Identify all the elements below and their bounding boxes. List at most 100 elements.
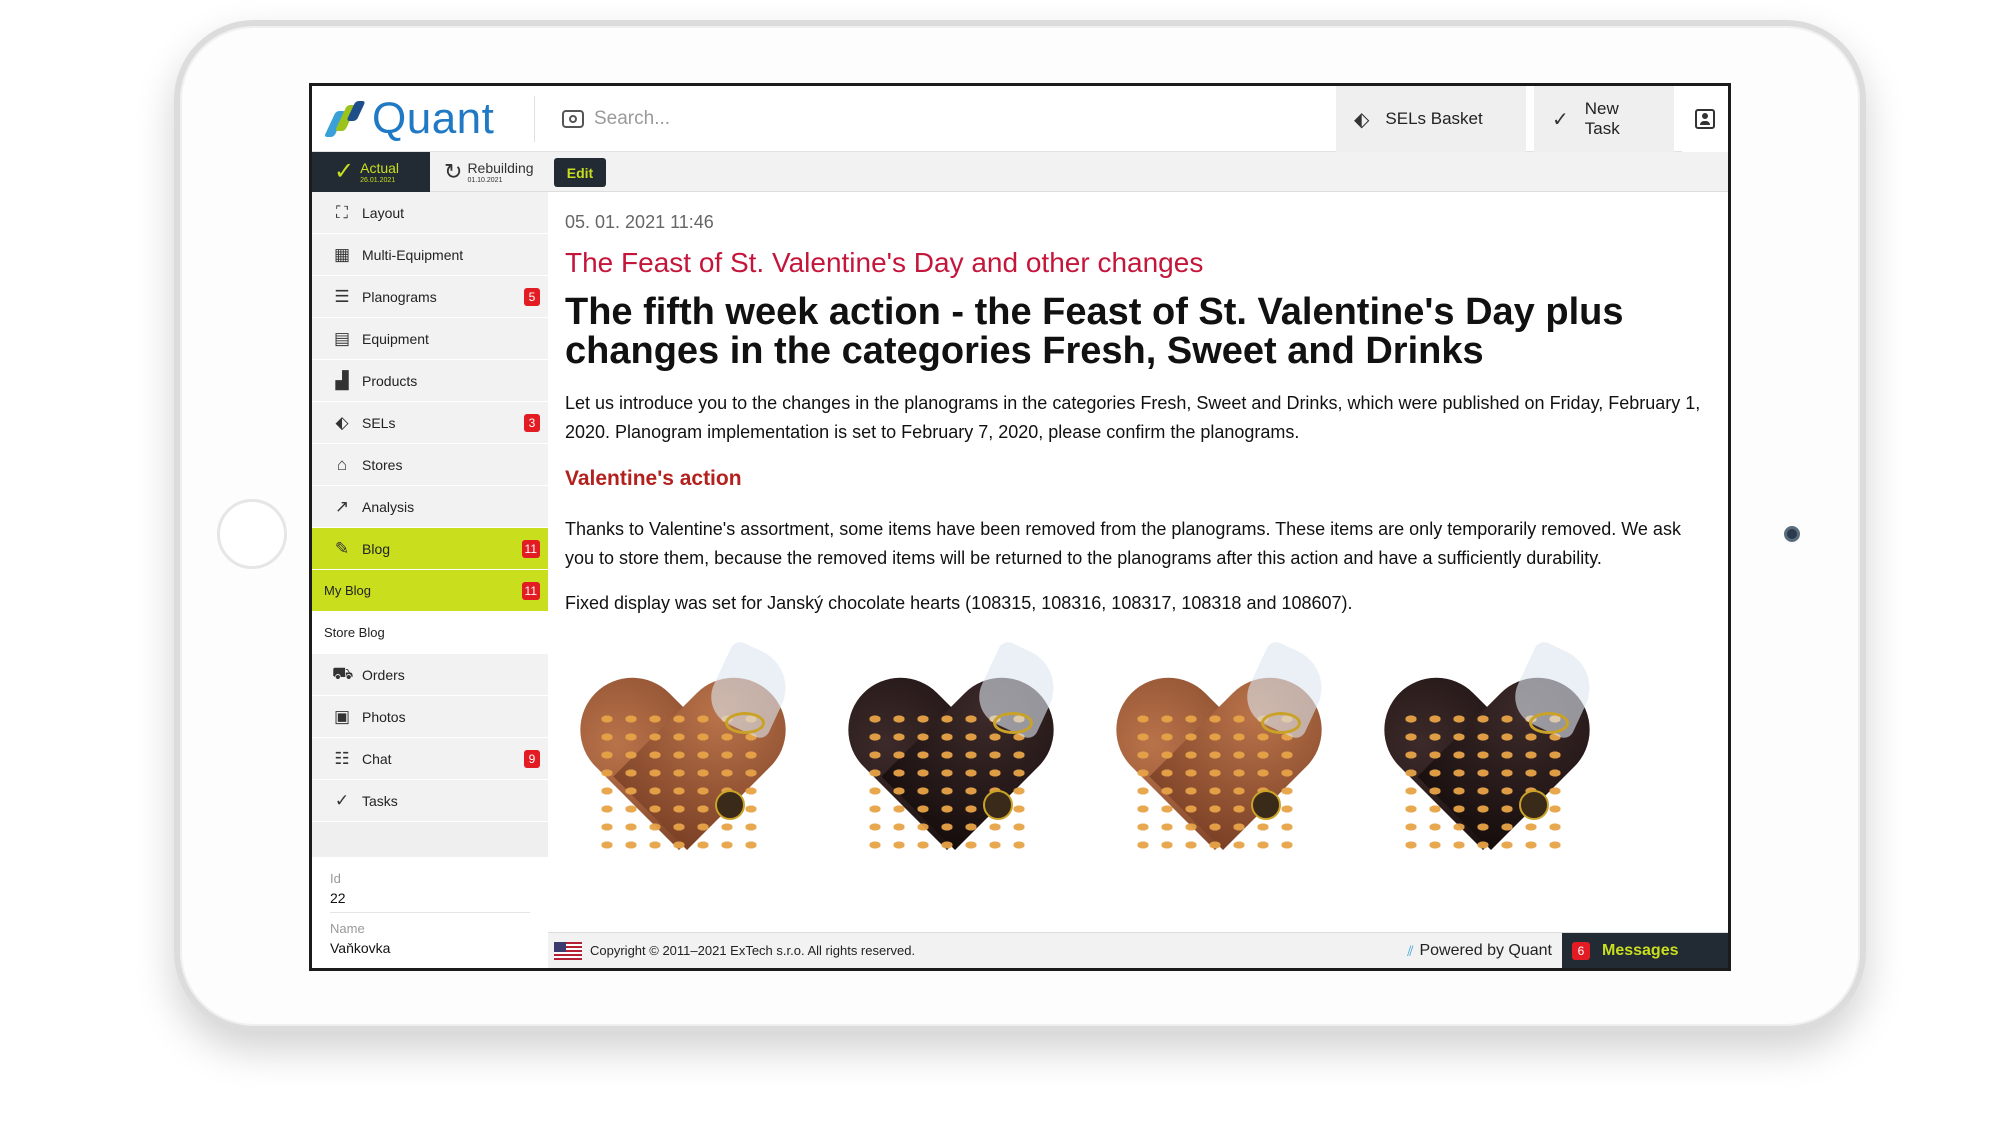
sidebar-item-label: Analysis [362,498,415,515]
messages-badge: 6 [1572,942,1590,960]
rebuilding-version-toggle[interactable]: ↻ Rebuilding 01.10.2021 [438,152,548,192]
product-images [565,638,1710,900]
search-input[interactable]: Search... [562,103,670,135]
messages-button[interactable]: 6 Messages [1562,933,1728,968]
article-intro: Let us introduce you to the changes in t… [565,393,1701,442]
tag-icon: ⬖ [335,412,349,432]
app-name: Quant [372,94,495,143]
sidebar-item-my-blog[interactable]: My Blog 11 [312,570,548,612]
sidebar-item-label: Chat [362,750,392,767]
sidebar-item-label: Store Blog [324,625,385,640]
new-task-button[interactable]: ✓ New Task [1534,86,1674,152]
search-placeholder: Search... [594,108,671,129]
sidebar-item-sels[interactable]: ⬖ SELs 3 [312,402,548,444]
store-icon: ⌂ [336,454,348,474]
quant-logo-icon [323,101,366,137]
products-icon: ▟ [335,370,349,390]
tablet-home-button [217,499,287,569]
user-profile-button[interactable] [1682,86,1728,152]
milk-chocolate-almond-heart-image [565,638,823,900]
sidebar-item-label: Blog [362,540,391,557]
id-value: 22 [330,890,530,913]
footer: Copyright © 2011–2021 ExTech s.r.o. All … [548,932,1728,968]
quant-logo[interactable]: Quant [323,94,495,143]
blog-article: 05. 01. 2021 11:46 The Feast of St. Vale… [548,192,1728,932]
powered-by: ⫽ Powered by Quant [1407,933,1552,968]
us-flag-icon[interactable] [554,941,582,960]
sidebar-item-multi-equipment[interactable]: ▦ Multi-Equipment [312,234,548,276]
equipment-icon: ▤ [333,328,351,348]
edit-button[interactable]: Edit [554,158,606,187]
sidebar-item-label: Orders [362,666,405,683]
multi-equipment-icon: ▦ [333,244,351,264]
chat-badge: 9 [524,750,540,768]
name-label: Name [330,921,365,936]
sidebar-item-stores[interactable]: ⌂ Stores [312,444,548,486]
name-value: Vaňkovka [330,940,391,956]
sidebar-item-analysis[interactable]: ↗ Analysis [312,486,548,528]
id-label: Id [330,871,341,886]
sidebar-item-equipment[interactable]: ▤ Equipment [312,318,548,360]
article-body: Thanks to Valentine's assortment, some i… [565,519,1681,568]
top-bar: Quant Search... ⬖ SELs Basket ✓ New Task [312,86,1728,152]
milk-chocolate-hazelnut-heart-image [1101,638,1359,900]
sidebar-item-label: Stores [362,456,403,473]
user-icon [1695,109,1715,129]
rebuilding-label: Rebuilding [467,159,534,176]
sidebar-item-store-blog[interactable]: Store Blog [312,612,548,654]
rebuilding-date: 01.10.2021 [467,176,503,184]
copyright-text: Copyright © 2011–2021 ExTech s.r.o. All … [590,943,916,958]
sidebar-item-label: Equipment [362,330,429,347]
sels-basket-button[interactable]: ⬖ SELs Basket [1336,86,1526,152]
article-title: The fifth week action - the Feast of St.… [565,291,1624,372]
sidebar-item-planograms[interactable]: ☰ Planograms 5 [312,276,548,318]
sidebar-item-label: My Blog [324,583,371,598]
refresh-icon: ↻ [444,159,463,184]
dark-chocolate-hazelnut-heart-image [1369,638,1627,900]
actual-label: Actual [360,159,400,176]
sidebar-item-chat[interactable]: ☷ Chat 9 [312,738,548,780]
dark-chocolate-almond-heart-image [833,638,1091,900]
sels-basket-label: SELs Basket [1385,109,1483,128]
store-info-panel: Id 22 Name Vaňkovka [312,857,548,968]
article-subtitle: The Feast of St. Valentine's Day and oth… [565,247,1204,278]
article-date: 05. 01. 2021 11:46 [565,212,714,232]
actual-date: 26.01.2021 [360,176,396,184]
powered-by-text: Powered by Quant [1419,942,1552,959]
section-heading: Valentine's action [565,467,742,490]
sidebar-item-tasks[interactable]: ✓ Tasks [312,780,548,822]
sidebar-item-label: Products [362,372,418,389]
messages-label: Messages [1602,942,1679,959]
my-blog-badge: 11 [521,582,540,600]
chat-icon: ☷ [334,748,350,768]
sidebar-item-label: Multi-Equipment [362,246,464,263]
sidebar-item-label: SELs [362,414,396,431]
checkmark-icon: ✓ [334,158,355,185]
sidebar-item-orders[interactable]: ⛟ Orders [312,654,548,696]
new-task-label: New Task [1584,99,1620,138]
edit-icon: ✎ [334,538,350,558]
fixed-display-note: Fixed display was set for Janský chocola… [565,593,1353,613]
sidebar-item-blog[interactable]: ✎ Blog 11 [312,528,548,570]
analysis-icon: ↗ [334,496,350,516]
orders-icon: ⛟ [332,663,354,683]
sidebar-item-products[interactable]: ▟ Products [312,360,548,402]
photo-icon: ▣ [333,706,351,726]
sidebar-item-label: Tasks [362,792,398,809]
tag-icon: ⬖ [1354,108,1370,131]
sidebar-item-photos[interactable]: ▣ Photos [312,696,548,738]
layout-icon: ⛶ [336,202,348,222]
check-circle-icon: ✓ [1552,108,1569,131]
sidebar-item-layout[interactable]: ⛶ Layout [312,192,548,234]
planograms-icon: ☰ [334,286,350,306]
check-circle-icon: ✓ [334,790,350,810]
sidebar-item-label: Photos [362,708,406,725]
quant-logo-icon: ⫽ [1407,942,1414,959]
camera-icon[interactable] [562,110,584,128]
sidebar-item-label: Planograms [362,288,437,305]
app-screen: Quant Search... ⬖ SELs Basket ✓ New Task… [309,83,1731,971]
sels-badge: 3 [524,414,540,432]
actual-version-toggle[interactable]: ✓ Actual 26.01.2021 [312,152,430,192]
header-divider [534,96,535,142]
blog-badge: 11 [521,540,540,558]
